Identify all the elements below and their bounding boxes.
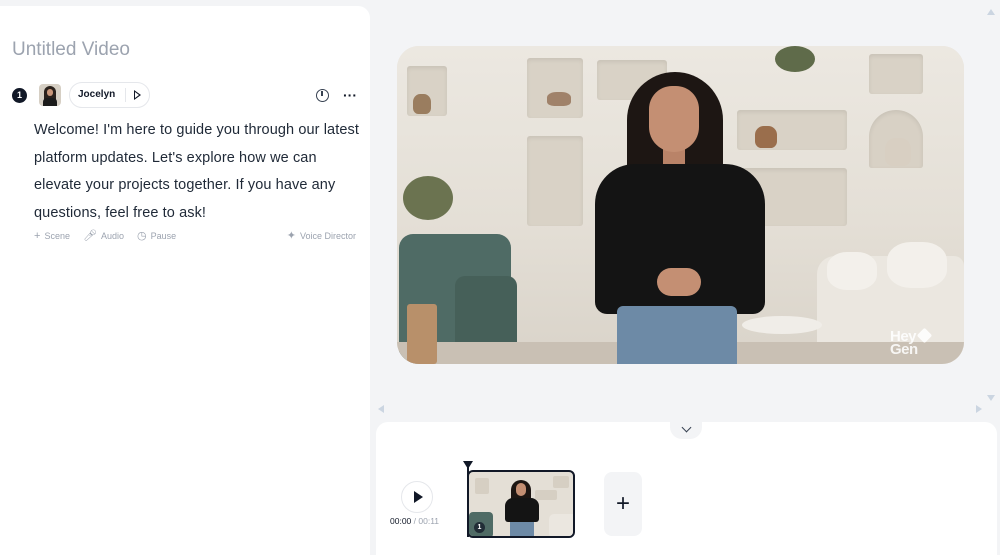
collapse-timeline-button[interactable] — [670, 419, 702, 439]
sofa-cushion — [827, 252, 877, 290]
wall-niche — [527, 58, 583, 118]
scroll-up-arrow-icon[interactable] — [987, 9, 995, 15]
next-scene-arrow-icon[interactable] — [976, 405, 982, 413]
watermark-diamond-icon — [916, 327, 933, 344]
decor-plant — [403, 176, 453, 220]
avatar-thumbnail[interactable] — [39, 84, 61, 106]
voice-director-tool[interactable]: ✦ Voice Director — [287, 229, 356, 242]
heygen-watermark-logo: Hey Gen — [890, 327, 933, 358]
clip-shelf — [475, 478, 489, 494]
add-scene-button[interactable]: + — [604, 472, 642, 536]
clip-number-badge: 1 — [474, 522, 485, 533]
pause-clock-icon: ◷ — [136, 230, 147, 242]
scene-number-badge: 1 — [12, 87, 27, 103]
side-table — [407, 304, 437, 364]
decor-vase — [413, 94, 431, 114]
scene-tool-label: Scene — [44, 230, 70, 241]
sofa-cushion — [887, 242, 947, 288]
voice-director-label: Voice Director — [299, 230, 356, 241]
avatar-face — [47, 89, 53, 96]
add-scene-tool[interactable]: + Scene — [34, 230, 70, 242]
current-time: 00:00 — [390, 516, 412, 526]
clip-sofa — [549, 514, 573, 536]
plus-icon: + — [34, 229, 41, 242]
clip-shelf — [553, 476, 569, 488]
pause-tool-label: Pause — [150, 230, 177, 241]
script-toolbar: + Scene 🎤︎ Audio ◷ Pause ✦ Voice Directo… — [34, 229, 356, 243]
microphone-icon: 🎤︎ — [82, 230, 97, 242]
audio-tool-label: Audio — [100, 230, 124, 241]
presenter-jeans — [617, 306, 737, 364]
video-preview[interactable]: Hey Gen — [397, 46, 964, 364]
scene-clip-thumbnail[interactable]: 1 — [467, 470, 575, 538]
play-icon — [414, 491, 423, 503]
previous-scene-arrow-icon[interactable] — [378, 405, 384, 413]
scene-actions: ··· — [316, 88, 357, 102]
pause-tool[interactable]: ◷ Pause — [137, 229, 176, 242]
scene-header-row: 1 Jocelyn ··· — [12, 82, 357, 108]
voice-name: Jocelyn — [78, 88, 127, 102]
script-panel: Untitled Video 1 Jocelyn ··· Welcome! I'… — [0, 6, 370, 555]
wall-niche — [869, 54, 923, 94]
presenter-face — [649, 86, 699, 152]
decor-plant — [775, 46, 815, 72]
wall-niche — [527, 136, 583, 226]
clip-presenter-face — [516, 483, 526, 496]
more-options-icon[interactable]: ··· — [343, 88, 357, 102]
audio-tool[interactable]: 🎤︎ Audio — [83, 229, 124, 242]
decor-bowl — [547, 92, 571, 106]
clip-presenter-jeans — [510, 522, 534, 536]
decor-urn — [885, 138, 911, 166]
avatar-body — [43, 98, 57, 106]
playhead-line — [467, 467, 469, 537]
avatar-presenter — [587, 72, 772, 364]
playback-time: 00:00 / 00:11 — [390, 516, 439, 526]
voice-play-icon[interactable] — [134, 90, 142, 100]
script-text-editor[interactable]: Welcome! I'm here to guide you through o… — [34, 117, 359, 227]
megaphone-icon: ✦ — [286, 230, 296, 242]
voice-selector[interactable]: Jocelyn — [69, 82, 151, 108]
watermark-line-2: Gen — [890, 341, 918, 358]
timer-icon[interactable] — [316, 88, 329, 102]
clip-presenter-shirt — [505, 498, 539, 522]
total-time: 00:11 — [418, 516, 440, 526]
play-button[interactable] — [401, 481, 433, 513]
clip-shelf — [535, 490, 557, 500]
scroll-down-arrow-icon[interactable] — [987, 395, 995, 401]
plus-icon: + — [615, 490, 630, 517]
video-title[interactable]: Untitled Video — [12, 39, 130, 61]
chevron-down-icon — [681, 422, 691, 432]
presenter-hands — [657, 268, 701, 296]
